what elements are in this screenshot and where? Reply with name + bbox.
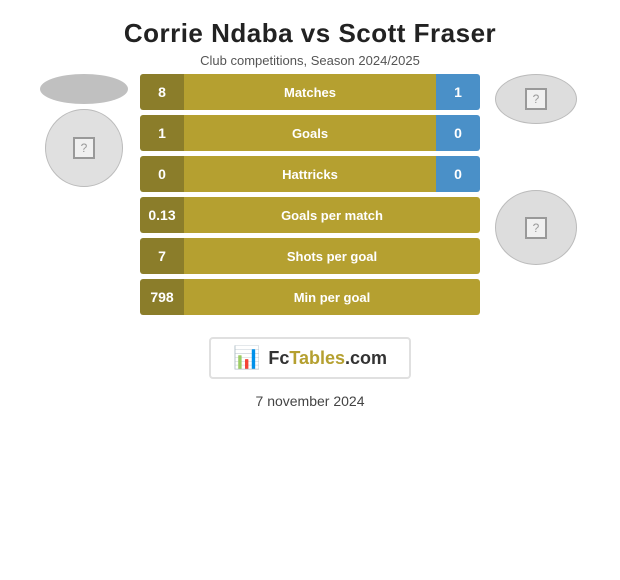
stat-row: 7Shots per goal [140,238,480,274]
stats-container: 8Matches11Goals00Hattricks00.13Goals per… [140,74,480,315]
logo-box: 📊 FcTables.com [209,337,411,379]
page-container: Corrie Ndaba vs Scott Fraser Club compet… [0,0,620,580]
stat-right-value: 0 [436,115,480,151]
stat-label: Matches [184,74,436,110]
subtitle: Club competitions, Season 2024/2025 [0,53,620,68]
stat-label: Min per goal [184,279,480,315]
main-title: Corrie Ndaba vs Scott Fraser [0,18,620,49]
stat-left-value: 0 [140,156,184,192]
right-avatar-bottom-placeholder-icon: ? [525,217,547,239]
stat-row: 0.13Goals per match [140,197,480,233]
stat-label: Goals per match [184,197,480,233]
left-avatar-placeholder-icon: ? [73,137,95,159]
left-player-column: ? [34,74,134,187]
right-avatar-top-placeholder-icon: ? [525,88,547,110]
right-player-avatar-bottom: ? [495,190,577,265]
left-shirt-ellipse [40,74,128,104]
date-text: 7 november 2024 [256,393,365,409]
stat-row: 8Matches1 [140,74,480,110]
stat-left-value: 7 [140,238,184,274]
stat-left-value: 1 [140,115,184,151]
date-section: 7 november 2024 [0,393,620,409]
right-player-column: ? ? [486,74,586,265]
stat-row: 798Min per goal [140,279,480,315]
logo-chart-icon: 📊 [233,345,260,371]
stat-left-value: 0.13 [140,197,184,233]
stat-row: 1Goals0 [140,115,480,151]
stat-label: Goals [184,115,436,151]
title-section: Corrie Ndaba vs Scott Fraser Club compet… [0,0,620,74]
stat-right-value: 0 [436,156,480,192]
stat-left-value: 8 [140,74,184,110]
right-player-avatar-top: ? [495,74,577,124]
logo-text: FcTables.com [268,348,387,369]
avatars-and-stats: ? 8Matches11Goals00Hattricks00.13Goals p… [0,74,620,315]
stat-row: 0Hattricks0 [140,156,480,192]
stat-left-value: 798 [140,279,184,315]
logo-section: 📊 FcTables.com [0,337,620,379]
stat-label: Hattricks [184,156,436,192]
stat-right-value: 1 [436,74,480,110]
left-player-avatar: ? [45,109,123,187]
stat-label: Shots per goal [184,238,480,274]
